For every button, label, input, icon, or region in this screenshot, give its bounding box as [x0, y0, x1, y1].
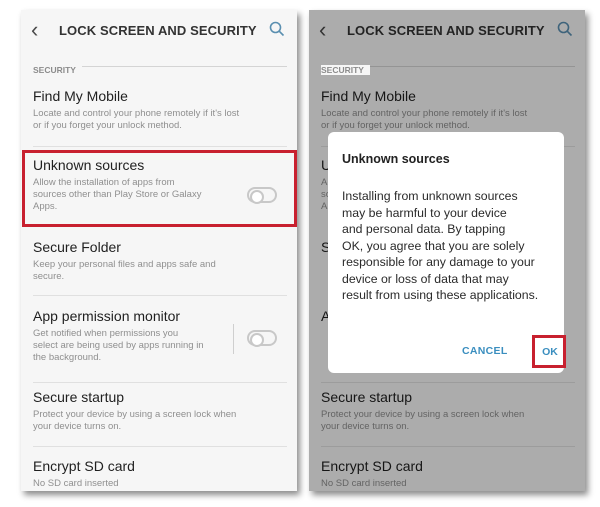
- setting-title: Secure startup: [33, 389, 125, 405]
- vertical-divider: [233, 324, 234, 354]
- page-title: LOCK SCREEN AND SECURITY: [59, 23, 257, 38]
- dialog-title: Unknown sources: [342, 152, 450, 166]
- app-permission-toggle[interactable]: [247, 330, 277, 347]
- section-label: SECURITY: [321, 65, 370, 75]
- setting-description: Locate and control your phone remotely i…: [33, 108, 240, 131]
- setting-app-permission-monitor[interactable]: App permission monitor Get notified when…: [21, 307, 297, 382]
- setting-description: Get notified when permissions you select…: [33, 328, 204, 363]
- setting-description: No SD card inserted: [33, 478, 119, 489]
- divider: [33, 382, 287, 383]
- setting-encrypt-sd[interactable]: Encrypt SD card No SD card inserted: [21, 457, 297, 491]
- highlight-box: [532, 335, 566, 368]
- setting-secure-folder[interactable]: Secure Folder Keep your personal files a…: [21, 238, 297, 298]
- dialog-message: Installing from unknown sources may be h…: [342, 189, 539, 302]
- setting-find-my-mobile[interactable]: Find My Mobile Locate and control your p…: [21, 86, 297, 146]
- setting-title: Find My Mobile: [33, 88, 128, 104]
- highlight-box: [22, 150, 297, 227]
- setting-description: Protect your device by using a screen lo…: [33, 409, 237, 432]
- setting-title: App permission monitor: [33, 308, 181, 324]
- setting-description: Keep your personal files and apps safe a…: [33, 259, 216, 282]
- section-label: SECURITY: [33, 65, 82, 75]
- section-header: SECURITY: [33, 60, 287, 75]
- unknown-sources-dialog: Unknown sources Installing from unknown …: [328, 132, 566, 373]
- cancel-button[interactable]: CANCEL: [462, 345, 508, 357]
- divider: [33, 295, 287, 296]
- toggle-knob: [250, 333, 264, 347]
- setting-title: Encrypt SD card: [33, 458, 135, 474]
- app-bar: ‹ LOCK SCREEN AND SECURITY: [21, 10, 297, 50]
- settings-screen-left: ‹ LOCK SCREEN AND SECURITY SECURITY Find…: [21, 10, 297, 491]
- divider: [33, 446, 287, 447]
- setting-title: Secure Folder: [33, 239, 121, 255]
- setting-secure-startup[interactable]: Secure startup Protect your device by us…: [21, 388, 297, 438]
- settings-screen-right: ‹ LOCK SCREEN AND SECURITY SECURITY Find…: [309, 10, 585, 491]
- divider: [33, 146, 287, 147]
- back-icon[interactable]: ‹: [31, 19, 38, 41]
- search-icon[interactable]: [269, 21, 285, 37]
